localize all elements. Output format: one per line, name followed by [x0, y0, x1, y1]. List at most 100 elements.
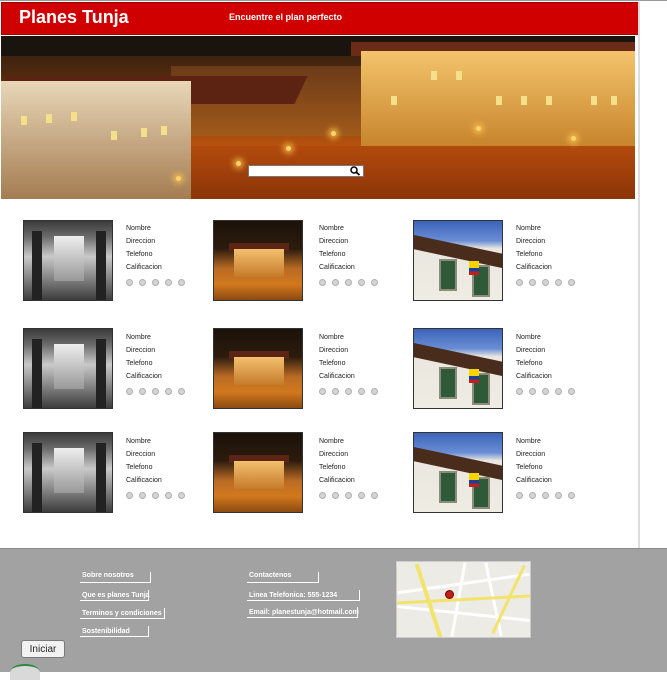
place-image[interactable]	[23, 432, 113, 513]
place-info: Nombre Direccion Telefono Calificacion	[126, 435, 162, 487]
rating-dot-icon[interactable]	[542, 388, 549, 395]
rating-dot-icon[interactable]	[332, 279, 339, 286]
rating-dot-icon[interactable]	[126, 492, 133, 499]
rating-dot-icon[interactable]	[332, 388, 339, 395]
rating-dot-icon[interactable]	[371, 388, 378, 395]
rating-dot-icon[interactable]	[178, 279, 185, 286]
place-image[interactable]	[213, 220, 303, 301]
search-box[interactable]	[248, 165, 364, 177]
site-header: Planes Tunja Encuentre el plan perfecto	[1, 2, 639, 35]
rating-dot-icon[interactable]	[319, 492, 326, 499]
search-icon[interactable]	[349, 166, 361, 176]
place-phone: Telefono	[319, 251, 346, 258]
rating-dot-icon[interactable]	[178, 388, 185, 395]
place-image[interactable]	[213, 432, 303, 513]
place-name: Nombre	[516, 225, 541, 232]
rating-dot-icon[interactable]	[529, 388, 536, 395]
place-phone: Telefono	[126, 251, 153, 258]
rating-dot-icon[interactable]	[555, 388, 562, 395]
place-name: Nombre	[126, 438, 151, 445]
place-name: Nombre	[516, 438, 541, 445]
rating-dot-icon[interactable]	[165, 492, 172, 499]
rating-dots[interactable]	[126, 382, 191, 395]
rating-dot-icon[interactable]	[345, 279, 352, 286]
rating-dot-icon[interactable]	[568, 388, 575, 395]
location-map[interactable]	[396, 561, 531, 638]
place-name: Nombre	[126, 225, 151, 232]
place-address: Direccion	[126, 347, 156, 354]
rating-dot-icon[interactable]	[555, 279, 562, 286]
place-address: Direccion	[319, 238, 349, 245]
rating-dot-icon[interactable]	[178, 492, 185, 499]
rating-dot-icon[interactable]	[371, 492, 378, 499]
rating-dot-icon[interactable]	[152, 279, 159, 286]
place-image[interactable]	[413, 328, 503, 409]
rating-dot-icon[interactable]	[516, 388, 523, 395]
place-image[interactable]	[413, 220, 503, 301]
place-phone: Telefono	[319, 360, 346, 367]
rating-dot-icon[interactable]	[345, 388, 352, 395]
rating-dots[interactable]	[516, 486, 581, 499]
rating-dot-icon[interactable]	[516, 279, 523, 286]
rating-dot-icon[interactable]	[358, 279, 365, 286]
rating-dots[interactable]	[319, 486, 384, 499]
place-image[interactable]	[23, 220, 113, 301]
place-name: Nombre	[319, 225, 344, 232]
rating-dot-icon[interactable]	[358, 388, 365, 395]
rating-dots[interactable]	[319, 273, 384, 286]
rating-dot-icon[interactable]	[542, 492, 549, 499]
place-address: Direccion	[516, 347, 546, 354]
rating-dots[interactable]	[319, 382, 384, 395]
place-name: Nombre	[319, 438, 344, 445]
rating-dot-icon[interactable]	[358, 492, 365, 499]
rating-dots[interactable]	[126, 486, 191, 499]
place-name: Nombre	[319, 334, 344, 341]
rating-dot-icon[interactable]	[165, 279, 172, 286]
place-phone: Telefono	[516, 251, 543, 258]
bottom-logo-icon	[10, 664, 40, 680]
rating-dot-icon[interactable]	[126, 388, 133, 395]
place-phone: Telefono	[516, 360, 543, 367]
place-name: Nombre	[516, 334, 541, 341]
place-image[interactable]	[23, 328, 113, 409]
place-info: Nombre Direccion Telefono Calificacion	[319, 435, 355, 487]
rating-dot-icon[interactable]	[319, 279, 326, 286]
place-address: Direccion	[319, 451, 349, 458]
rating-dot-icon[interactable]	[152, 388, 159, 395]
place-image[interactable]	[413, 432, 503, 513]
page-edge	[638, 2, 640, 548]
place-phone: Telefono	[319, 464, 346, 471]
place-info: Nombre Direccion Telefono Calificacion	[516, 222, 552, 274]
rating-dot-icon[interactable]	[568, 279, 575, 286]
rating-dots[interactable]	[516, 382, 581, 395]
place-image[interactable]	[213, 328, 303, 409]
login-button[interactable]: Iniciar	[21, 640, 65, 658]
site-footer: Sobre nosotros Que es planes Tunja Termi…	[0, 548, 667, 680]
search-input[interactable]	[249, 166, 347, 176]
rating-dot-icon[interactable]	[529, 492, 536, 499]
rating-dot-icon[interactable]	[542, 279, 549, 286]
rating-dot-icon[interactable]	[332, 492, 339, 499]
rating-dot-icon[interactable]	[165, 388, 172, 395]
rating-dot-icon[interactable]	[139, 492, 146, 499]
place-phone: Telefono	[126, 360, 153, 367]
rating-dot-icon[interactable]	[371, 279, 378, 286]
rating-dot-icon[interactable]	[126, 279, 133, 286]
rating-dot-icon[interactable]	[319, 388, 326, 395]
rating-dots[interactable]	[516, 273, 581, 286]
rating-dot-icon[interactable]	[345, 492, 352, 499]
rating-dot-icon[interactable]	[568, 492, 575, 499]
rating-dot-icon[interactable]	[139, 388, 146, 395]
rating-dot-icon[interactable]	[555, 492, 562, 499]
site-title[interactable]: Planes Tunja	[19, 7, 129, 28]
place-info: Nombre Direccion Telefono Calificacion	[516, 331, 552, 383]
place-address: Direccion	[516, 238, 546, 245]
place-name: Nombre	[126, 334, 151, 341]
rating-dot-icon[interactable]	[529, 279, 536, 286]
rating-dots[interactable]	[126, 273, 191, 286]
rating-dot-icon[interactable]	[152, 492, 159, 499]
place-phone: Telefono	[516, 464, 543, 471]
rating-dot-icon[interactable]	[516, 492, 523, 499]
place-info: Nombre Direccion Telefono Calificacion	[126, 222, 162, 274]
rating-dot-icon[interactable]	[139, 279, 146, 286]
